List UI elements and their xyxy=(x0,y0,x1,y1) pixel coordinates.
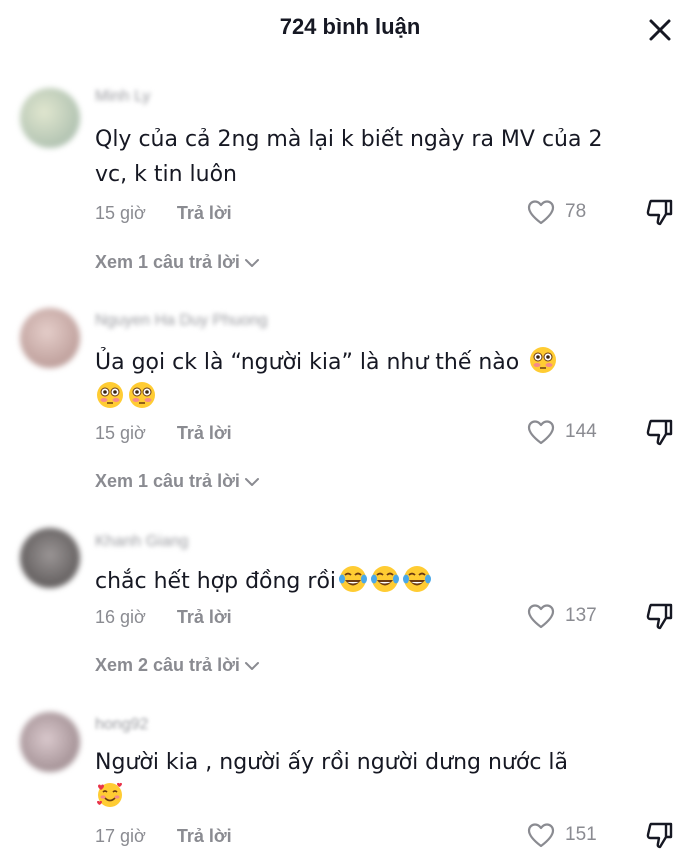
username[interactable]: hong92 xyxy=(95,716,148,734)
comment-time: 17 giờ xyxy=(95,826,146,846)
comment-time: 15 giờ xyxy=(95,423,146,443)
avatar[interactable] xyxy=(20,308,80,368)
comment-meta: 15 giờ Trả lời xyxy=(95,423,232,444)
thumbs-down-icon[interactable] xyxy=(644,601,674,631)
avatar[interactable] xyxy=(20,88,80,148)
like-count: 78 xyxy=(565,201,587,222)
heart-outline-icon xyxy=(527,823,555,848)
like-count: 137 xyxy=(565,605,597,626)
heart-outline-icon xyxy=(527,200,555,225)
view-replies-label: Xem 2 câu trả lời xyxy=(95,655,240,675)
username[interactable]: Minh Ly xyxy=(95,88,150,106)
comment-time: 16 giờ xyxy=(95,607,146,627)
comment-text: Ủa gọi ck là “người kia” là như thế nào xyxy=(95,345,615,415)
like-button[interactable]: 78 xyxy=(527,199,586,225)
close-icon[interactable] xyxy=(646,16,674,44)
smiling-face-with-hearts-emoji xyxy=(97,782,122,807)
chevron-down-icon xyxy=(244,477,259,486)
comment-meta: 17 giờ Trả lời xyxy=(95,826,232,847)
flushed-face-emoji xyxy=(530,347,557,373)
heart-outline-icon xyxy=(527,420,555,445)
like-button[interactable]: 137 xyxy=(527,603,597,629)
view-replies-label: Xem 1 câu trả lời xyxy=(95,252,240,272)
comment-text: Người kia , người ấy rồi người dưng nước… xyxy=(95,745,615,815)
like-button[interactable]: 144 xyxy=(527,419,597,445)
comment-meta: 15 giờ Trả lời xyxy=(95,203,232,224)
comment-meta: 16 giờ Trả lời xyxy=(95,607,232,628)
avatar[interactable] xyxy=(20,712,80,772)
reply-button[interactable]: Trả lời xyxy=(177,826,232,846)
thumbs-down-icon[interactable] xyxy=(644,820,674,850)
tears-of-joy-emoji xyxy=(339,566,368,592)
view-replies-button[interactable]: Xem 2 câu trả lời xyxy=(95,655,260,676)
view-replies-button[interactable]: Xem 1 câu trả lời xyxy=(95,252,260,273)
comment-time: 15 giờ xyxy=(95,203,146,223)
tears-of-joy-emoji xyxy=(371,566,400,592)
chevron-down-icon xyxy=(244,258,259,267)
thumbs-down-icon[interactable] xyxy=(644,417,674,447)
comment-text: chắc hết hợp đồng rồi xyxy=(95,564,615,599)
reply-button[interactable]: Trả lời xyxy=(177,423,232,443)
chevron-down-icon xyxy=(244,661,259,670)
avatar[interactable] xyxy=(20,528,80,588)
flushed-face-emoji xyxy=(97,382,123,408)
username[interactable]: Khanh Giang xyxy=(95,533,188,551)
flushed-face-emoji xyxy=(129,382,155,408)
comment-text: Qly của cả 2ng mà lại k biết ngày ra MV … xyxy=(95,127,603,187)
heart-outline-icon xyxy=(527,604,555,629)
thumbs-down-icon[interactable] xyxy=(644,197,674,227)
like-button[interactable]: 151 xyxy=(527,822,597,848)
comment-count-title: 724 bình luận xyxy=(279,14,421,39)
comments-header: 724 bình luận xyxy=(0,0,700,60)
tears-of-joy-emoji xyxy=(403,566,432,592)
like-count: 151 xyxy=(565,824,597,845)
username[interactable]: Nguyen Ha Duy Phuong xyxy=(95,312,268,330)
reply-button[interactable]: Trả lời xyxy=(177,203,232,223)
view-replies-button[interactable]: Xem 1 câu trả lời xyxy=(95,471,260,492)
reply-button[interactable]: Trả lời xyxy=(177,607,232,627)
view-replies-label: Xem 1 câu trả lời xyxy=(95,471,240,491)
like-count: 144 xyxy=(565,421,597,442)
